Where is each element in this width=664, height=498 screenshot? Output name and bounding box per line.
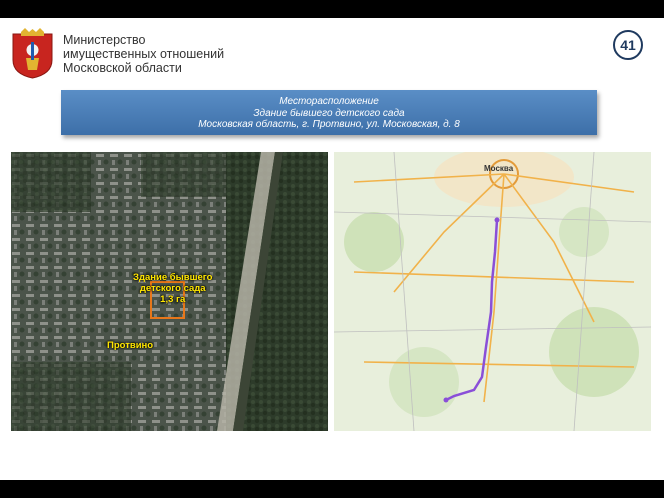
building-label: Здание бывшего детского сада 1,3 га [133, 272, 212, 305]
town-label: Протвино [107, 340, 154, 351]
building-label-line-2: детского сада [139, 283, 206, 294]
moscow-oblast-emblem-icon [12, 28, 53, 79]
road-map: Москва [334, 152, 651, 431]
banner-address: Московская область, г. Протвино, ул. Мос… [198, 119, 460, 130]
banner-object: Здание бывшего детского сада [253, 107, 405, 119]
road-map-graphic [334, 152, 651, 431]
satellite-image: Здание бывшего детского сада 1,3 га Прот… [11, 152, 328, 431]
location-banner: Месторасположение Здание бывшего детског… [61, 90, 597, 135]
page-number-badge: 41 [613, 30, 643, 60]
top-bar [0, 0, 664, 18]
ministry-name: Министерство имущественных отношений Мос… [63, 33, 224, 75]
moscow-city-label: Москва [484, 164, 514, 173]
ministry-line-3: Московской области [63, 61, 182, 75]
ministry-line-1: Министерство [63, 33, 146, 47]
area-label: 1,3 га [160, 294, 186, 305]
building-label-line-1: Здание бывшего [133, 272, 213, 283]
bottom-bar [0, 480, 664, 498]
banner-title: Месторасположение [279, 96, 379, 107]
ministry-line-2: имущественных отношений [63, 47, 225, 61]
